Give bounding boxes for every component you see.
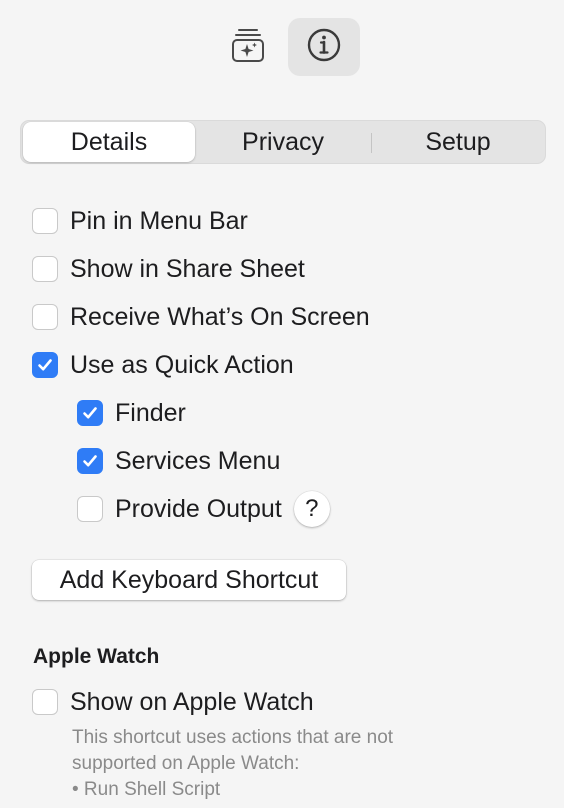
share-sheet-option[interactable]: Show in Share Sheet: [32, 253, 305, 285]
apple-watch-heading: Apple Watch: [33, 645, 160, 668]
tab-details[interactable]: Details: [23, 122, 195, 162]
quick-action-label: Use as Quick Action: [70, 350, 294, 379]
info-button[interactable]: [288, 18, 360, 76]
quick-action-checkbox[interactable]: [32, 352, 58, 378]
pin-menu-bar-checkbox[interactable]: [32, 208, 58, 234]
receive-screen-label: Receive What’s On Screen: [70, 302, 370, 331]
pin-menu-bar-label: Pin in Menu Bar: [70, 206, 248, 235]
finder-option[interactable]: Finder: [77, 397, 186, 429]
tab-setup[interactable]: Setup: [371, 121, 545, 163]
provide-output-label: Provide Output: [115, 494, 282, 523]
note-line: supported on Apple Watch:: [72, 753, 300, 774]
tab-bar: Details Privacy Setup: [20, 120, 546, 164]
quick-action-option[interactable]: Use as Quick Action: [32, 349, 294, 381]
services-menu-option[interactable]: Services Menu: [77, 445, 280, 477]
provide-output-option[interactable]: Provide Output ?: [77, 491, 330, 527]
share-sheet-label: Show in Share Sheet: [70, 254, 305, 283]
show-on-apple-watch-option[interactable]: Show on Apple Watch: [32, 686, 314, 718]
receive-screen-checkbox[interactable]: [32, 304, 58, 330]
show-on-apple-watch-checkbox[interactable]: [32, 689, 58, 715]
note-line: • Run Shell Script: [72, 779, 221, 800]
pin-menu-bar-option[interactable]: Pin in Menu Bar: [32, 205, 248, 237]
checkmark-icon: [38, 359, 52, 371]
apple-watch-note: This shortcut uses actions that are not …: [72, 725, 542, 803]
tab-privacy[interactable]: Privacy: [197, 121, 369, 163]
shortcut-library-button[interactable]: [212, 18, 284, 76]
show-on-apple-watch-label: Show on Apple Watch: [70, 687, 314, 716]
services-menu-label: Services Menu: [115, 446, 281, 475]
receive-screen-option[interactable]: Receive What’s On Screen: [32, 301, 370, 333]
services-menu-checkbox[interactable]: [77, 448, 103, 474]
checkmark-icon: [83, 455, 97, 467]
info-icon: [306, 27, 342, 68]
note-line: This shortcut uses actions that are not: [72, 727, 394, 748]
shortcut-library-icon: [230, 27, 266, 68]
finder-checkbox[interactable]: [77, 400, 103, 426]
add-keyboard-shortcut-button[interactable]: Add Keyboard Shortcut: [32, 560, 346, 600]
finder-label: Finder: [115, 398, 186, 427]
provide-output-checkbox[interactable]: [77, 496, 103, 522]
share-sheet-checkbox[interactable]: [32, 256, 58, 282]
checkmark-icon: [83, 407, 97, 419]
help-button[interactable]: ?: [293, 491, 330, 527]
toolbar: [0, 18, 564, 78]
